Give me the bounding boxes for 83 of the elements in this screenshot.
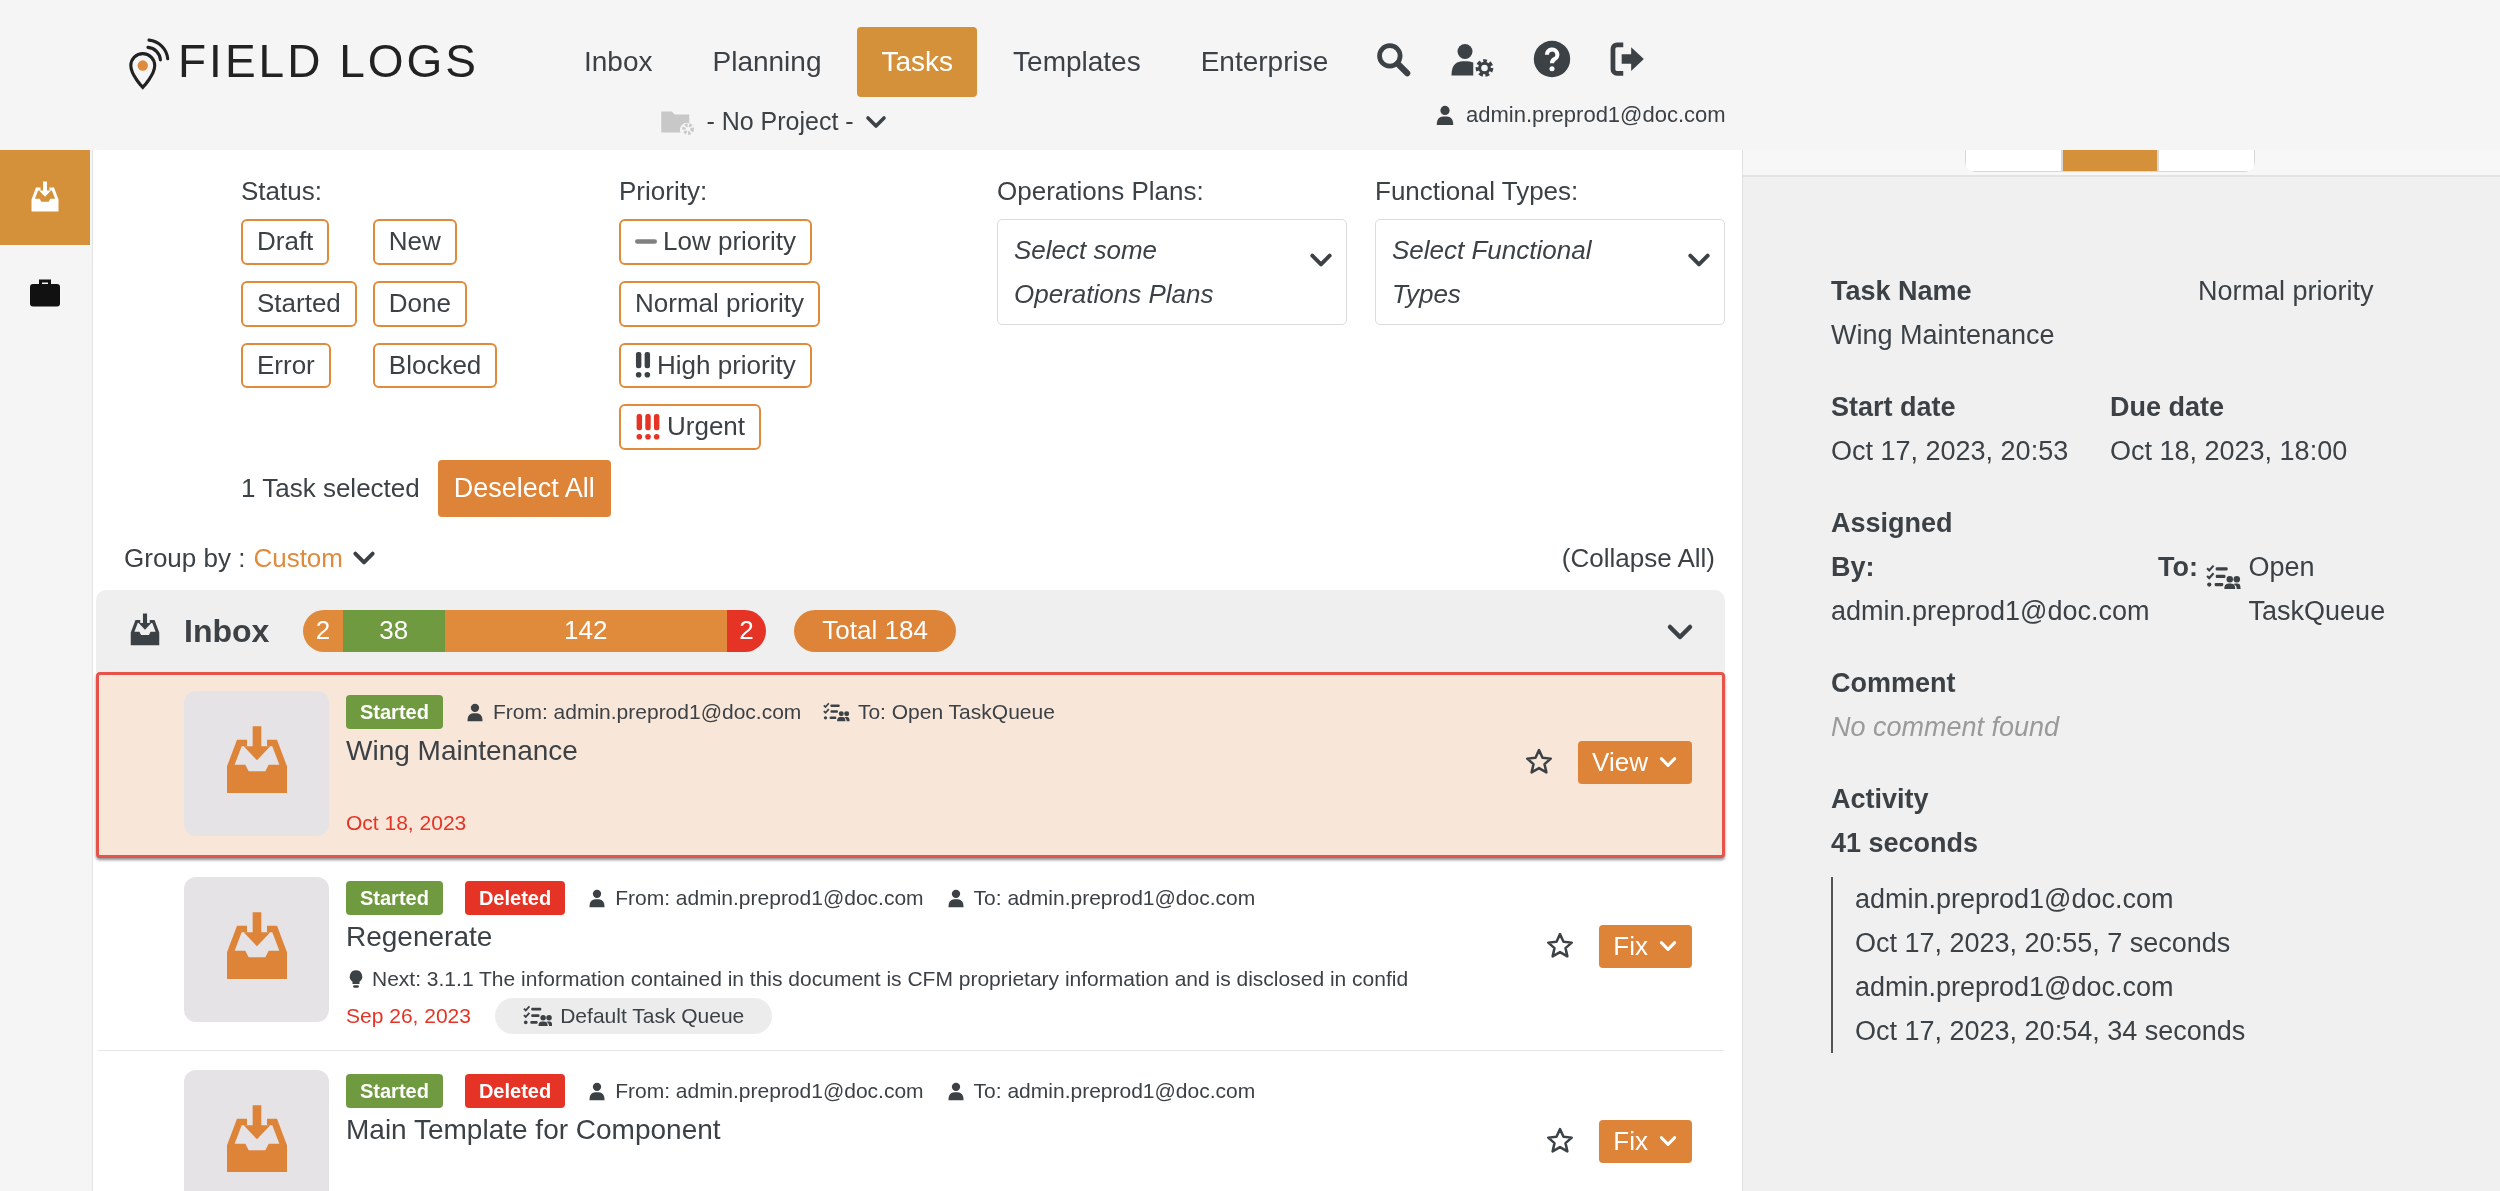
status-badge: Started	[346, 1073, 443, 1108]
double-exclamation-icon	[635, 352, 651, 379]
activity-total: 41 seconds	[1831, 827, 1980, 860]
collapse-all-link[interactable]: (Collapse All)	[1561, 538, 1715, 578]
queue-name: Default Task Queue	[560, 1003, 745, 1030]
status-filter-chip[interactable]: Blocked	[372, 342, 498, 389]
status-filter-chip[interactable]: Started	[241, 280, 357, 327]
multiselect-field[interactable]: Select some Operations Plans	[997, 219, 1347, 325]
checklist-users-icon	[2206, 563, 2241, 590]
status-badge: Started	[346, 880, 443, 915]
section-label: Activity	[1831, 783, 1930, 816]
priority-filter-chip[interactable]: High priority	[619, 342, 812, 389]
field-label: Task Name	[1831, 275, 1973, 308]
group-by-label: Group by :	[124, 541, 246, 575]
field-label: By:	[1831, 551, 1876, 584]
project-selector[interactable]: - No Project -	[660, 97, 888, 147]
field-value: Oct 17, 2023, 20:53	[1831, 435, 2070, 468]
task-sender: From: admin.preprod1@doc.com	[615, 1078, 924, 1105]
task-title: Wing Maintenance	[346, 733, 579, 768]
priority-filter-chip[interactable]: Low priority	[619, 219, 812, 265]
logo-text: FIELD LOGS	[178, 38, 479, 84]
task-title: Regenerate	[346, 919, 494, 954]
filter-label: Status:	[241, 175, 323, 208]
task-card[interactable]: Started Deleted From: admin.preprod1@doc.com To: admin.preprod1@doc.com Main Template for Component Fix	[96, 1050, 1725, 1191]
status-count-segment: 2	[726, 609, 767, 652]
task-card[interactable]: Started From: admin.preprod1@doc.com To: Open TaskQueue Wing Maintenance Oct 18, 2023 View	[96, 671, 1725, 858]
activity-time: Oct 17, 2023, 20:55, 7 seconds	[1855, 927, 2232, 960]
priority-filter-chip[interactable]: Normal priority	[619, 280, 821, 327]
priority-value: Normal priority	[2198, 275, 2374, 308]
field-value: Oct 18, 2023, 18:00	[2110, 435, 2348, 468]
task-recipient: To: admin.preprod1@doc.com	[973, 1078, 1256, 1105]
task-recipient: To: admin.preprod1@doc.com	[973, 884, 1256, 911]
field-value: Open TaskQueue	[2248, 551, 2387, 628]
status-badge: Deleted	[464, 1073, 566, 1108]
section-label: Assigned	[1831, 507, 1954, 540]
user-icon	[1434, 103, 1456, 126]
due-date: Sep 26, 2023	[346, 1003, 471, 1030]
nav-tab[interactable]: Inbox	[560, 27, 677, 97]
status-badge: Started	[346, 694, 443, 729]
status-count-segment: 38	[342, 609, 445, 652]
user-email: admin.preprod1@doc.com	[1466, 101, 1726, 129]
nav-tab[interactable]: Templates	[989, 27, 1165, 97]
priority-filter-chip[interactable]: Urgent	[619, 404, 762, 451]
activity-user: admin.preprod1@doc.com	[1855, 971, 2175, 1004]
status-filter-chip[interactable]: Error	[241, 342, 331, 389]
filter-label: Functional Types:	[1375, 175, 1580, 208]
task-recipient: To: Open TaskQueue	[857, 698, 1055, 725]
section-label: Comment	[1831, 667, 1957, 700]
activity-user: admin.preprod1@doc.com	[1855, 883, 2175, 916]
next-step-text: Next: 3.1.1 The information contained in this document is CFM proprietary information and is disclosed in confid	[372, 965, 1409, 992]
minus-icon	[635, 239, 657, 245]
field-label: Due date	[2110, 391, 2226, 424]
nav-tab[interactable]: Planning	[688, 27, 846, 97]
filter-label: Operations Plans:	[997, 175, 1205, 208]
selection-count: 1 Task selected	[241, 471, 420, 505]
activity-time: Oct 17, 2023, 20:54, 34 seconds	[1855, 1015, 2247, 1048]
filter-label: Priority:	[619, 175, 709, 208]
status-count-segment: 2	[303, 609, 343, 652]
field-label: To:	[2158, 551, 2198, 584]
field-value: admin.preprod1@doc.com	[1831, 595, 2151, 628]
help-icon[interactable]	[1533, 40, 1571, 78]
field-value: Wing Maintenance	[1831, 319, 2056, 352]
field-label: Start date	[1831, 391, 1957, 424]
status-badge: Deleted	[464, 880, 566, 915]
checklist-users-icon	[823, 701, 850, 722]
user-settings-icon[interactable]	[1450, 41, 1495, 77]
status-count-segment: 142	[444, 609, 727, 652]
due-date: Oct 18, 2023	[346, 810, 467, 837]
task-sender: From: admin.preprod1@doc.com	[615, 884, 924, 911]
triple-exclamation-icon	[635, 414, 661, 441]
status-filter-chip[interactable]: New	[372, 219, 457, 265]
task-title: Main Template for Component	[346, 1112, 722, 1147]
checklist-users-icon	[522, 1005, 553, 1028]
status-filter-chip[interactable]: Done	[372, 280, 467, 327]
multiselect-field[interactable]: Select Functional Types	[1375, 219, 1725, 325]
total-count: Total 184	[794, 609, 956, 652]
status-filter-chip[interactable]: Draft	[241, 219, 330, 265]
search-icon[interactable]	[1374, 40, 1412, 78]
task-sender: From: admin.preprod1@doc.com	[492, 698, 802, 725]
empty-comment-text: No comment found	[1831, 711, 2061, 744]
pin-signal-icon	[128, 38, 170, 90]
nav-tab[interactable]: Enterprise	[1176, 27, 1353, 97]
group-title: Inbox	[184, 611, 270, 651]
